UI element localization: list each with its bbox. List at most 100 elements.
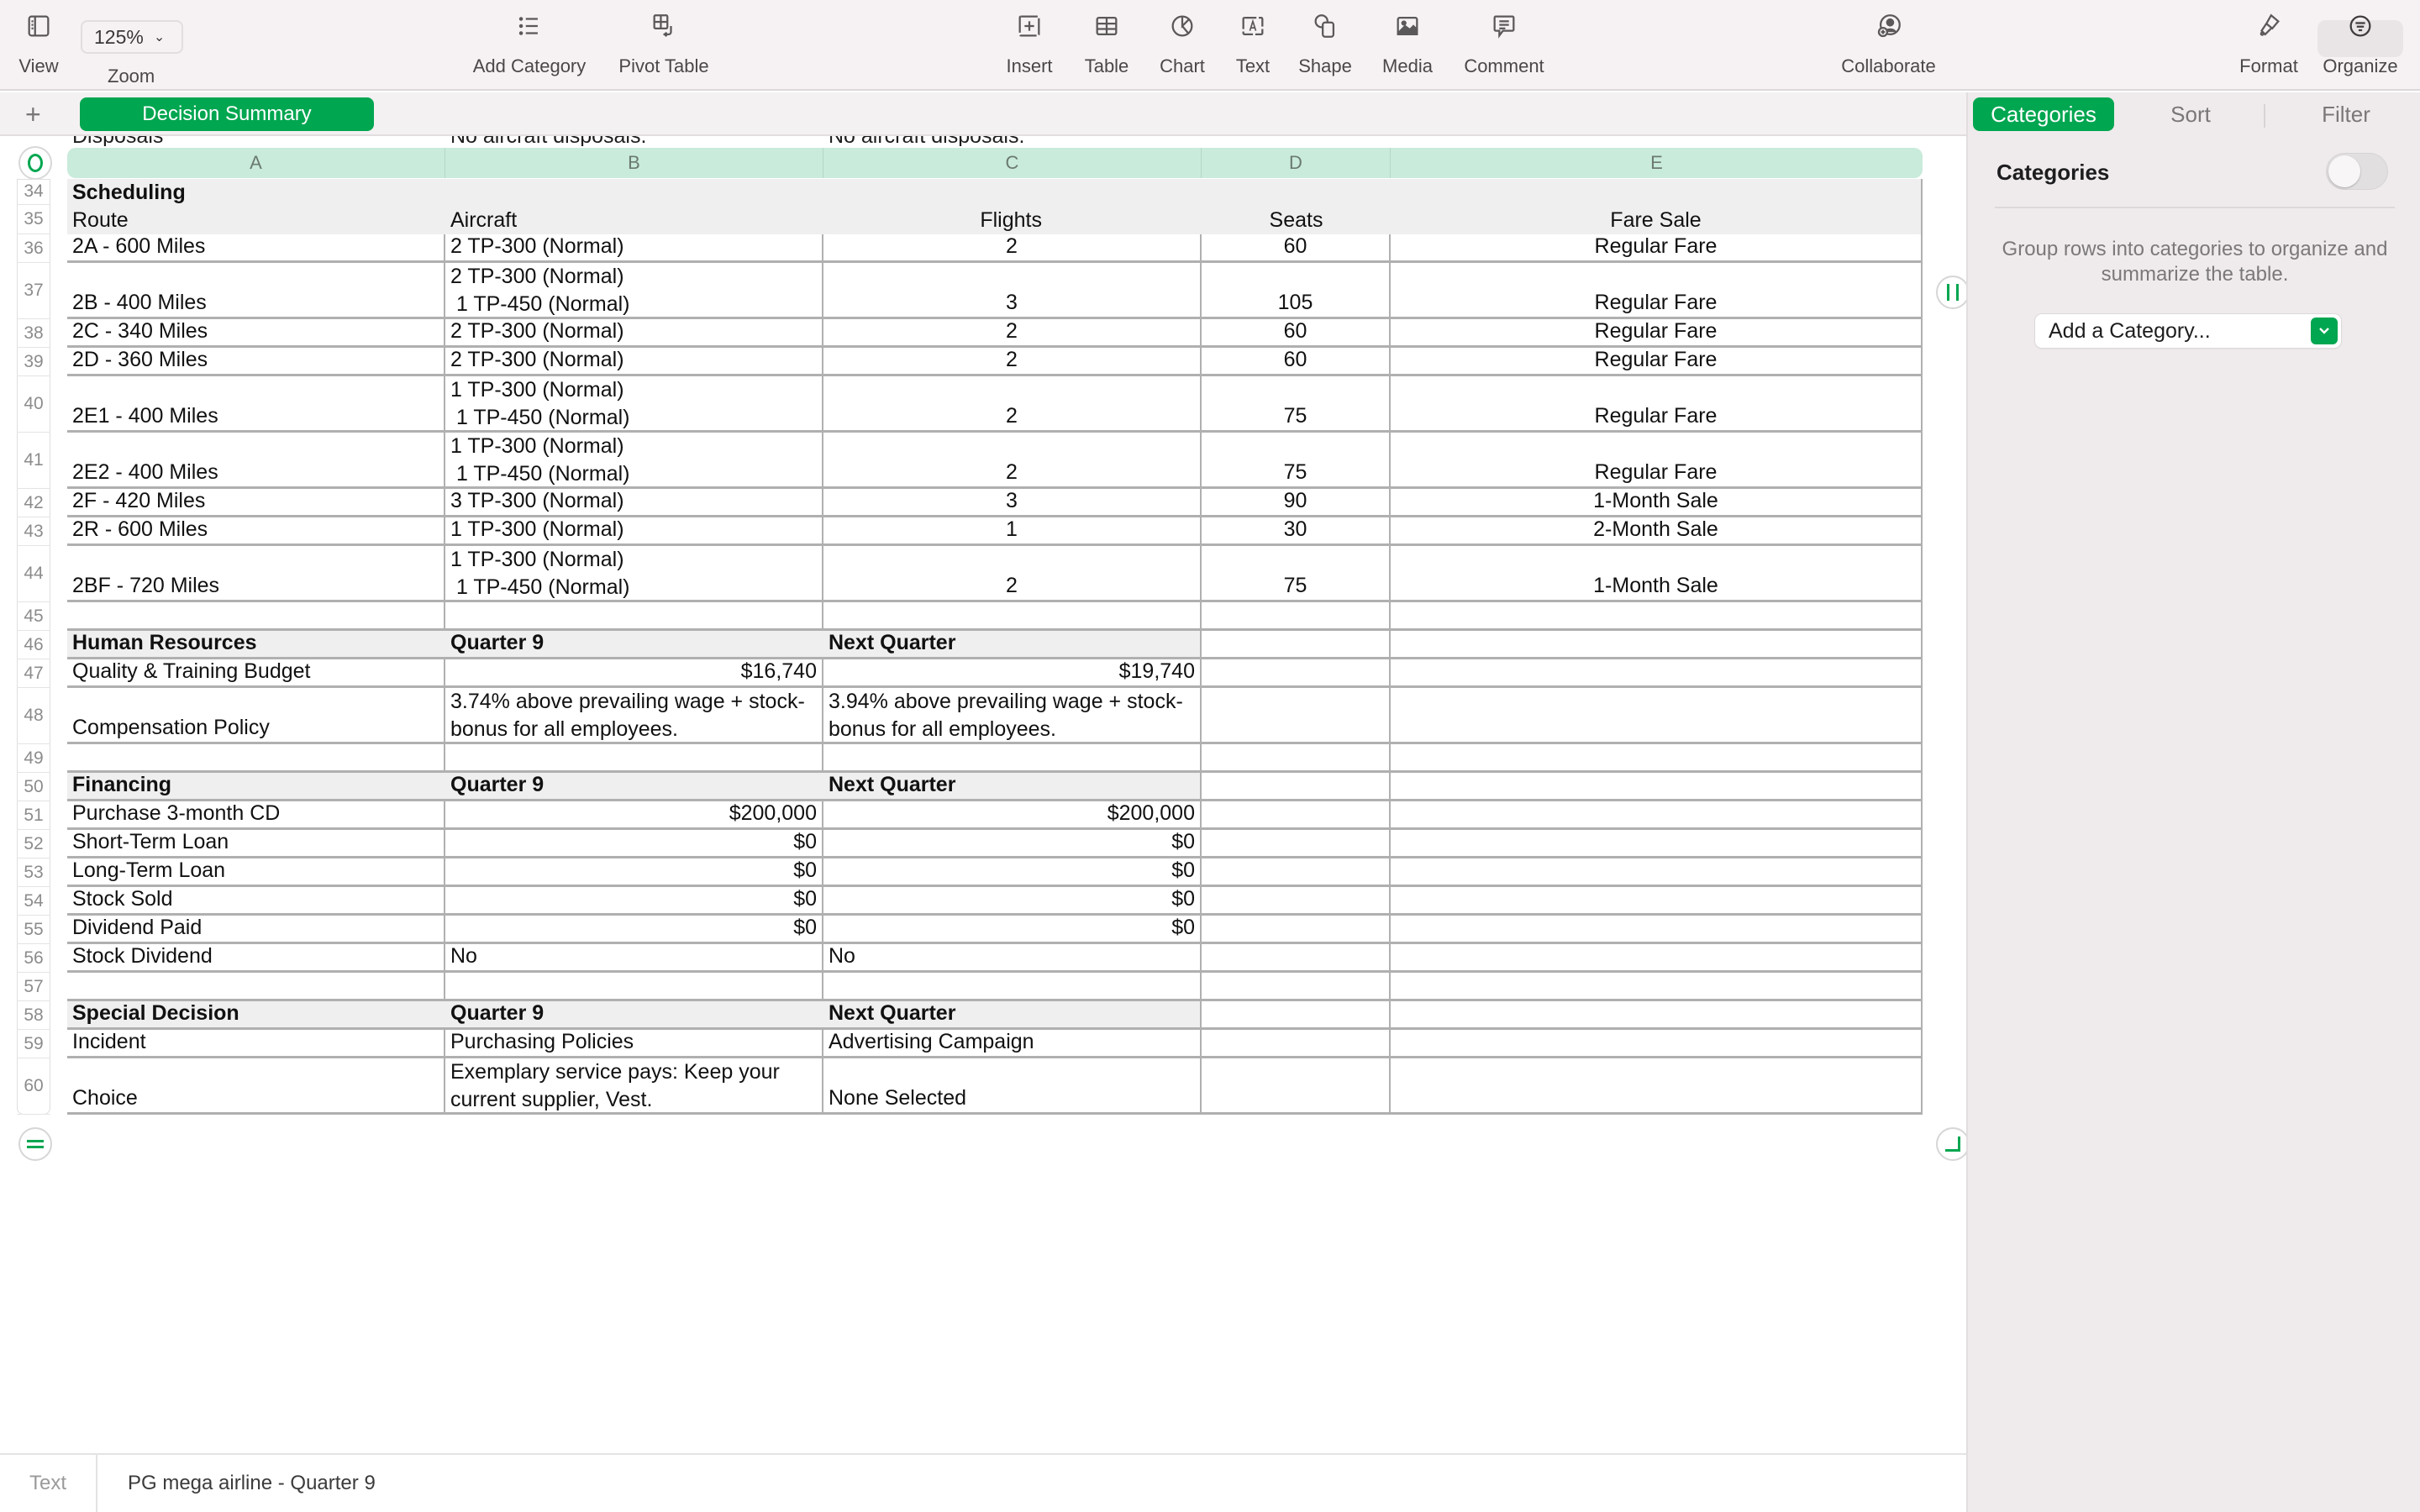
collaborate-button[interactable]: Collaborate [1836, 0, 1941, 91]
cell-a39[interactable]: 2D - 360 Miles [67, 348, 445, 376]
cell-b54[interactable]: $0 [445, 887, 823, 916]
select-table-handle[interactable] [18, 146, 52, 180]
comment-button[interactable]: Comment [1458, 0, 1550, 91]
cell-c48[interactable]: 3.94% above prevailing wage + stock- bon… [823, 688, 1202, 744]
cell-c49[interactable] [823, 744, 1202, 773]
cell-e60[interactable] [1391, 1058, 1923, 1115]
cell-a43[interactable]: 2R - 600 Miles [67, 517, 445, 546]
cell-c41[interactable]: 2 [823, 433, 1202, 489]
cell-e58[interactable] [1391, 1001, 1923, 1030]
cell-a56[interactable]: Stock Dividend [67, 944, 445, 973]
cell-e50[interactable] [1391, 773, 1923, 801]
cell-b51[interactable]: $200,000 [445, 801, 823, 830]
cell-e48[interactable] [1391, 688, 1923, 744]
column-header-e[interactable]: E [1391, 148, 1923, 178]
column-header-c[interactable]: C [823, 148, 1202, 178]
cell-e46[interactable] [1391, 631, 1923, 659]
cell-a35[interactable]: Route [67, 205, 445, 234]
cell-a34[interactable]: Scheduling [67, 179, 445, 205]
row-number[interactable]: 42 [17, 489, 50, 517]
cell-a46[interactable]: Human Resources [67, 631, 445, 659]
cell-b34[interactable] [445, 179, 823, 205]
row-number[interactable]: 34 [17, 179, 50, 205]
cell-d54[interactable] [1202, 887, 1391, 916]
cell-d39[interactable]: 60 [1202, 348, 1391, 376]
cell-c55[interactable]: $0 [823, 916, 1202, 944]
add-category-button[interactable]: Add Category [466, 0, 592, 91]
cell-d59[interactable] [1202, 1030, 1391, 1058]
column-header-a[interactable]: A [67, 148, 445, 178]
cell-c36[interactable]: 2 [823, 234, 1202, 263]
cell-a50[interactable]: Financing [67, 773, 445, 801]
column-header-b[interactable]: B [445, 148, 823, 178]
row-number[interactable]: 37 [17, 263, 50, 319]
row-number[interactable]: 48 [17, 688, 50, 744]
cell-b35[interactable]: Aircraft [445, 205, 823, 234]
row-number[interactable]: 50 [17, 773, 50, 801]
cell-d34[interactable] [1202, 179, 1391, 205]
cell-c38[interactable]: 2 [823, 319, 1202, 348]
cell-e49[interactable] [1391, 744, 1923, 773]
row-number[interactable]: 56 [17, 944, 50, 973]
cell-d47[interactable] [1202, 659, 1391, 688]
cell-d57[interactable] [1202, 973, 1391, 1001]
cell-d55[interactable] [1202, 916, 1391, 944]
add-column-handle[interactable] [1936, 276, 1966, 309]
row-number[interactable]: 52 [17, 830, 50, 858]
cell-d52[interactable] [1202, 830, 1391, 858]
cell-e56[interactable] [1391, 944, 1923, 973]
cell-b38[interactable]: 2 TP-300 (Normal) [445, 319, 823, 348]
cell-b40[interactable]: 1 TP-300 (Normal) 1 TP-450 (Normal) [445, 376, 823, 433]
cell-c50[interactable]: Next Quarter [823, 773, 1202, 801]
cell-a38[interactable]: 2C - 340 Miles [67, 319, 445, 348]
cell-b50[interactable]: Quarter 9 [445, 773, 823, 801]
cell-d42[interactable]: 90 [1202, 489, 1391, 517]
row-number[interactable]: 40 [17, 376, 50, 433]
cell-e47[interactable] [1391, 659, 1923, 688]
cell-a37[interactable]: 2B - 400 Miles [67, 263, 445, 319]
cell-e38[interactable]: Regular Fare [1391, 319, 1923, 348]
cell-a58[interactable]: Special Decision [67, 1001, 445, 1030]
cell-a48[interactable]: Compensation Policy [67, 688, 445, 744]
cell-a42[interactable]: 2F - 420 Miles [67, 489, 445, 517]
cell-d44[interactable]: 75 [1202, 546, 1391, 602]
row-number[interactable]: 45 [17, 602, 50, 631]
cell-e53[interactable] [1391, 858, 1923, 887]
row-number[interactable]: 59 [17, 1030, 50, 1058]
cell-c52[interactable]: $0 [823, 830, 1202, 858]
row-number[interactable]: 54 [17, 887, 50, 916]
cell-c43[interactable]: 1 [823, 517, 1202, 546]
cell-b60[interactable]: Exemplary service pays: Keep your curren… [445, 1058, 823, 1115]
cell-a45[interactable] [67, 602, 445, 631]
resize-table-handle[interactable] [1936, 1127, 1966, 1161]
cell-c37[interactable]: 3 [823, 263, 1202, 319]
cell-b55[interactable]: $0 [445, 916, 823, 944]
add-row-handle[interactable] [18, 1127, 52, 1161]
row-number[interactable]: 57 [17, 973, 50, 1001]
tab-categories[interactable]: Categories [1973, 97, 2114, 131]
cell-c51[interactable]: $200,000 [823, 801, 1202, 830]
cell-e42[interactable]: 1-Month Sale [1391, 489, 1923, 517]
insert-button[interactable]: Insert [1000, 0, 1059, 91]
cell-a57[interactable] [67, 973, 445, 1001]
row-number[interactable]: 44 [17, 546, 50, 602]
cell-c60[interactable]: None Selected [823, 1058, 1202, 1115]
cell-e51[interactable] [1391, 801, 1923, 830]
cell-b58[interactable]: Quarter 9 [445, 1001, 823, 1030]
cell-d49[interactable] [1202, 744, 1391, 773]
row-number[interactable]: 55 [17, 916, 50, 944]
cell-e52[interactable] [1391, 830, 1923, 858]
cell-e34[interactable] [1391, 179, 1923, 205]
add-category-dropdown[interactable]: Add a Category... [2035, 314, 2341, 348]
row-number[interactable]: 60 [17, 1058, 50, 1115]
cell-e57[interactable] [1391, 973, 1923, 1001]
cell-b43[interactable]: 1 TP-300 (Normal) [445, 517, 823, 546]
cell-d37[interactable]: 105 [1202, 263, 1391, 319]
cell-e35[interactable]: Fare Sale [1391, 205, 1923, 234]
cell-c44[interactable]: 2 [823, 546, 1202, 602]
cell-a55[interactable]: Dividend Paid [67, 916, 445, 944]
cell-value-field[interactable]: PG mega airline - Quarter 9 [128, 1455, 376, 1512]
pivot-table-button[interactable]: Pivot Table [613, 0, 714, 91]
chart-button[interactable]: Chart [1155, 0, 1209, 91]
cell-e37[interactable]: Regular Fare [1391, 263, 1923, 319]
